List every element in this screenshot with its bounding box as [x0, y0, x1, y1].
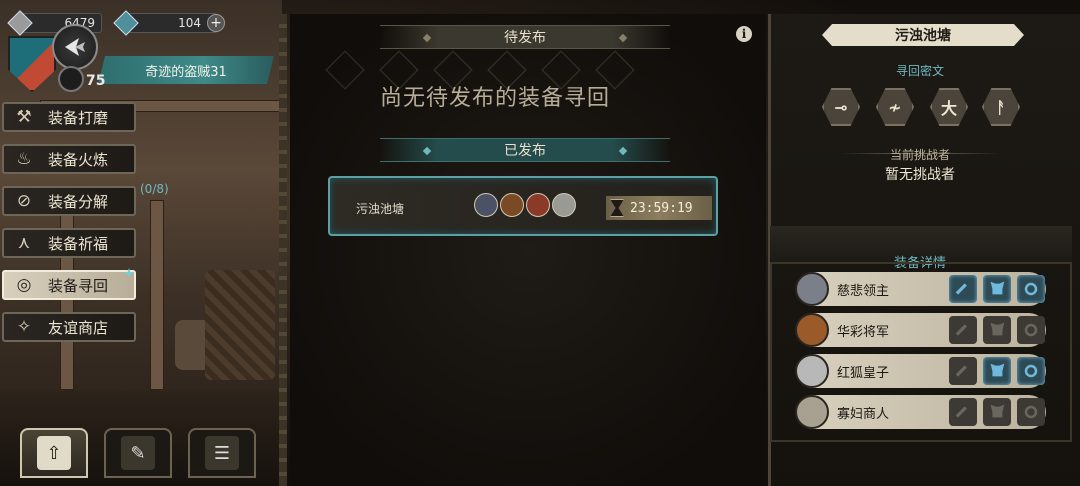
sword-icon[interactable] [949, 316, 977, 344]
equipment-owner-name: 寡妇商人 [837, 406, 890, 422]
equipment-row[interactable]: 华彩将军 [795, 313, 1046, 347]
published-header: 已发布 [380, 138, 670, 162]
menu-bless-button[interactable]: ⋏ 装备祈福 [2, 228, 136, 258]
pending-header-label: 待发布 [504, 30, 546, 46]
avatar [795, 395, 829, 429]
equipment-row[interactable]: 红狐皇子 [795, 354, 1046, 388]
rune-glyph: ⊸ [834, 97, 848, 117]
ring-icon[interactable] [1017, 398, 1045, 426]
menu-forge-label: 装备火炼 [48, 150, 109, 169]
avatar [795, 354, 829, 388]
posted-avatars [474, 193, 576, 217]
avatar [526, 193, 550, 217]
tab-list[interactable]: ☰ [188, 428, 256, 478]
countdown-timer: 23:59:19 [606, 196, 712, 220]
tab-feather[interactable]: ✎ [104, 428, 172, 478]
menu-recall-label: 装备寻回 [48, 276, 109, 295]
armor-icon[interactable] [983, 398, 1011, 426]
sword-icon[interactable] [949, 357, 977, 385]
menu-grind-button[interactable]: ⚒ 装备打磨 [2, 102, 136, 132]
feather-icon: ✎ [121, 436, 155, 470]
hammer-icon: ⚒ [16, 107, 32, 127]
add-gems-button[interactable]: + [207, 14, 225, 32]
ring-icon[interactable] [1017, 316, 1045, 344]
rune-glyph: ᚨ [996, 97, 1006, 117]
gem-counter: 104 + [113, 10, 225, 36]
fox-icon: ✧ [16, 317, 32, 337]
player-name-banner: 奇迹的盗贼31 [98, 56, 274, 84]
tab-upload[interactable]: ⇧ [20, 428, 88, 478]
info-icon[interactable]: i [736, 26, 752, 42]
equipment-owner-name: 红狐皇子 [837, 365, 890, 381]
panel-divider [279, 14, 287, 486]
rune-glyph: ≁ [888, 97, 902, 117]
menu-bless-label: 装备祈福 [48, 234, 109, 253]
challenger-label: 当前挑战者 [889, 148, 950, 162]
split-count-badge: (0/8) [140, 182, 169, 196]
countdown-value: 23:59:19 [630, 200, 693, 216]
menu-shop-label: 友谊商店 [48, 318, 109, 337]
equipment-row[interactable]: 寡妇商人 [795, 395, 1046, 429]
empty-pending-message: 尚无待发布的装备寻回 [379, 86, 610, 111]
spiral-icon: ◎ [16, 275, 32, 295]
back-arrow-icon [65, 38, 85, 56]
menu-recall-button[interactable]: ◎ 装备寻回 [2, 270, 136, 300]
gem-value: 104 [178, 16, 201, 30]
flame-icon: ♨ [16, 149, 32, 169]
menu-forge-button[interactable]: ♨ 装备火炼 [2, 144, 136, 174]
avatar [552, 193, 576, 217]
avatar [795, 272, 829, 306]
level-ring [58, 66, 84, 92]
location-title: 污浊池塘 [822, 24, 1024, 46]
menu-shop-button[interactable]: ✧ 友谊商店 [2, 312, 136, 342]
armor-icon[interactable] [983, 357, 1011, 385]
crate-pile [205, 270, 275, 380]
avatar [474, 193, 498, 217]
menu-grind-label: 装备打磨 [48, 108, 109, 127]
player-level: 75 [86, 73, 106, 89]
hourglass-icon [610, 199, 624, 217]
wall-post [150, 200, 164, 390]
ring-icon[interactable] [1017, 357, 1045, 385]
published-header-label: 已发布 [504, 143, 546, 159]
location-title-text: 污浊池塘 [895, 28, 951, 44]
sword-icon[interactable] [949, 275, 977, 303]
list-icon: ☰ [205, 436, 239, 470]
equipment-row[interactable]: 慈悲领主 [795, 272, 1046, 306]
rune-glyph: 大 [940, 99, 957, 118]
runes-label: 寻回密文 [895, 64, 944, 78]
challenger-value: 暂无挑战者 [885, 167, 955, 183]
armor-icon[interactable] [983, 316, 1011, 344]
pray-icon: ⋏ [17, 233, 31, 253]
split-icon: ⊘ [16, 191, 32, 211]
equipment-owner-name: 慈悲领主 [837, 283, 890, 299]
menu-split-button[interactable]: ⊘ 装备分解 [2, 186, 136, 216]
menu-split-label: 装备分解 [48, 192, 109, 211]
equipment-owner-name: 华彩将军 [837, 324, 890, 340]
armor-icon[interactable] [983, 275, 1011, 303]
posted-recall-name: 污浊池塘 [356, 202, 405, 216]
avatar [500, 193, 524, 217]
upload-icon: ⇧ [37, 436, 71, 470]
ring-icon[interactable] [1017, 275, 1045, 303]
posted-recall-card[interactable]: 污浊池塘 23:59:19 [328, 176, 718, 236]
player-name: 奇迹的盗贼31 [145, 64, 227, 80]
sword-icon[interactable] [949, 398, 977, 426]
pending-header: 待发布 [380, 25, 670, 49]
avatar [795, 313, 829, 347]
back-button[interactable] [52, 24, 98, 70]
